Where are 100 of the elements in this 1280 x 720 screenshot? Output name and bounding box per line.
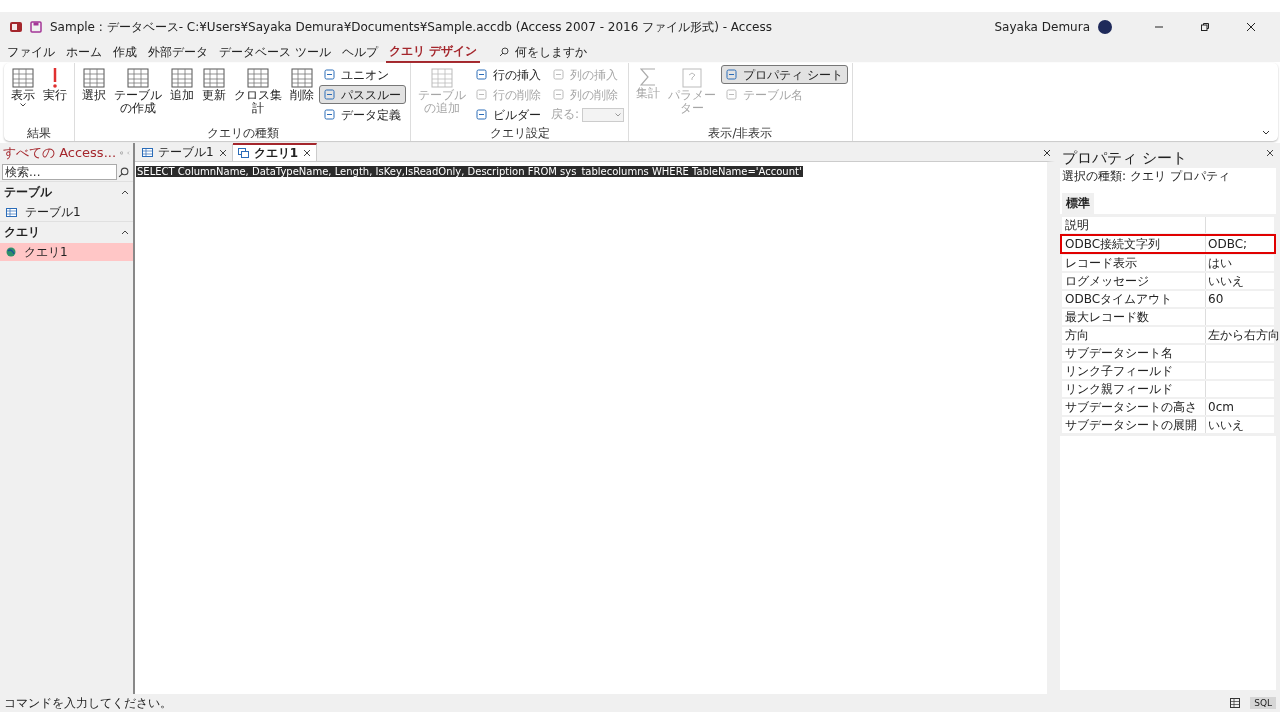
command-icon [476, 89, 487, 100]
chevron-icon[interactable] [121, 190, 129, 195]
property-row[interactable]: ログメッセージ いいえ [1060, 272, 1276, 290]
sigma-icon [640, 68, 657, 86]
table-icon [12, 68, 34, 88]
property-value[interactable]: 60 [1206, 291, 1274, 307]
ribbon-button[interactable]: テーブルの作成 [111, 65, 165, 118]
ribbon-button[interactable]: データ定義 [319, 105, 406, 124]
save-icon[interactable] [30, 21, 42, 33]
property-row[interactable]: サブデータシート名 [1060, 344, 1276, 362]
minimize-icon[interactable] [1154, 26, 1164, 28]
query-icon [237, 148, 249, 158]
nav-group-header[interactable]: クエリ [4, 224, 40, 241]
table-icon [291, 68, 313, 88]
property-name: サブデータシートの高さ [1062, 399, 1206, 415]
command-icon [553, 89, 564, 100]
table-icon [171, 68, 193, 88]
tell-me-field[interactable]: 何をしますか [515, 45, 635, 59]
property-value[interactable]: はい [1206, 255, 1274, 271]
ribbon-button[interactable]: 表示 [8, 65, 38, 110]
sql-view-button[interactable]: SQL [1250, 697, 1276, 709]
user-name[interactable]: Sayaka Demura [994, 20, 1090, 34]
nav-item[interactable]: テーブル1 [0, 203, 133, 221]
property-sheet-title: プロパティ シート [1062, 149, 1187, 168]
property-value[interactable]: ODBC; [1206, 236, 1274, 252]
sql-text: SELECT ColumnName, DataTypeName, Length, IsKey,IsReadOnly, Description FROM sys_tablecolumns WHERE TableName='Account' [136, 166, 803, 177]
ribbon-tab[interactable]: 外部データ [145, 42, 211, 62]
ribbon-button[interactable]: 行の挿入 [471, 65, 546, 84]
chevron-icon[interactable] [121, 230, 129, 235]
ribbon-button[interactable]: 実行 [40, 65, 70, 105]
nav-group-header[interactable]: テーブル [4, 184, 52, 201]
property-name: レコード表示 [1062, 255, 1206, 271]
ribbon-tab[interactable]: 作成 [110, 42, 140, 62]
caret-icon [615, 112, 622, 117]
property-name: 方向 [1062, 327, 1206, 343]
ribbon-button[interactable]: 選択 [79, 65, 109, 105]
nav-item[interactable]: クエリ1 [0, 243, 133, 261]
ribbon-tab[interactable]: ヘルプ [338, 42, 381, 62]
property-row[interactable]: サブデータシートの高さ 0cm [1060, 398, 1276, 416]
ribbon-button[interactable]: プロパティ シート [721, 65, 848, 84]
close-icon[interactable] [1266, 149, 1274, 157]
close-icon[interactable] [1246, 22, 1256, 32]
table-icon [203, 68, 225, 88]
property-row[interactable]: ODBC接続文字列 ODBC; [1060, 234, 1276, 254]
ribbon-tab[interactable]: ファイル [4, 42, 58, 62]
property-name: 説明 [1062, 217, 1206, 233]
command-icon [726, 89, 738, 100]
command-icon [553, 69, 564, 80]
restore-icon[interactable] [1200, 22, 1210, 32]
property-name: リンク子フィールド [1062, 363, 1206, 379]
command-icon [324, 109, 335, 120]
app-icon [10, 21, 22, 33]
property-value[interactable]: いいえ [1206, 417, 1274, 433]
sql-editor[interactable]: SELECT ColumnName, DataTypeName, Length, IsKey,IsReadOnly, Description FROM sys_tablecolumns WHERE TableName='Account' [135, 161, 1055, 694]
property-name: サブデータシート名 [1062, 345, 1206, 361]
close-icon[interactable] [218, 148, 227, 157]
property-row[interactable]: 説明 [1060, 216, 1276, 234]
property-value[interactable]: いいえ [1206, 273, 1274, 289]
property-tab[interactable]: 標準 [1062, 193, 1094, 214]
command-icon [726, 69, 738, 80]
nav-search-field[interactable]: 検索... [2, 164, 117, 180]
close-icon[interactable] [1043, 149, 1051, 157]
ribbon-group-label: クエリの種類 [205, 126, 280, 141]
ribbon-button[interactable]: 更新 [199, 65, 229, 105]
property-name: リンク親フィールド [1062, 381, 1206, 397]
property-row[interactable]: レコード表示 はい [1060, 254, 1276, 272]
table-icon [142, 148, 153, 157]
property-row[interactable]: リンク子フィールド [1060, 362, 1276, 380]
ribbon-button[interactable]: クロス集計 [231, 65, 285, 118]
property-row[interactable]: 最大レコード数 [1060, 308, 1276, 326]
ribbon-tab[interactable]: ホーム [63, 42, 105, 62]
table-icon [83, 68, 105, 88]
search-icon [499, 47, 509, 57]
ribbon-button[interactable]: 削除 [287, 65, 317, 105]
ribbon-button[interactable]: ビルダー [471, 105, 546, 124]
exclamation-icon [53, 68, 57, 88]
close-icon[interactable] [303, 149, 311, 157]
ribbon-button[interactable]: 追加 [167, 65, 197, 105]
ribbon-group-label: 結果 [26, 126, 52, 141]
collapse-ribbon-icon[interactable] [1262, 130, 1270, 135]
search-icon[interactable] [118, 166, 129, 178]
avatar-icon[interactable] [1098, 20, 1112, 34]
table-icon [247, 68, 269, 88]
property-row[interactable]: サブデータシートの展開 いいえ [1060, 416, 1276, 434]
property-row[interactable]: 方向 左から右方向 [1060, 326, 1276, 344]
ribbon-button[interactable]: パススルー [319, 85, 406, 104]
property-name: サブデータシートの展開 [1062, 417, 1206, 433]
property-row[interactable]: ODBCタイムアウト 60 [1060, 290, 1276, 308]
return-label: 戻る: [551, 106, 580, 123]
selection-type-label: 選択の種類: クエリ プロパティ [1061, 168, 1231, 185]
document-tab[interactable]: クエリ1 [232, 143, 317, 161]
command-icon [324, 69, 335, 80]
table-icon [431, 68, 453, 88]
command-icon [476, 109, 487, 120]
nav-pane-title[interactable]: すべての Access... [3, 144, 117, 162]
property-row[interactable]: リンク親フィールド [1060, 380, 1276, 398]
property-value[interactable]: 0cm [1206, 399, 1274, 415]
ribbon-tab[interactable]: データベース ツール [216, 42, 334, 62]
status-text: コマンドを入力してください。 [4, 694, 172, 712]
ribbon-button[interactable]: ユニオン [319, 65, 406, 84]
